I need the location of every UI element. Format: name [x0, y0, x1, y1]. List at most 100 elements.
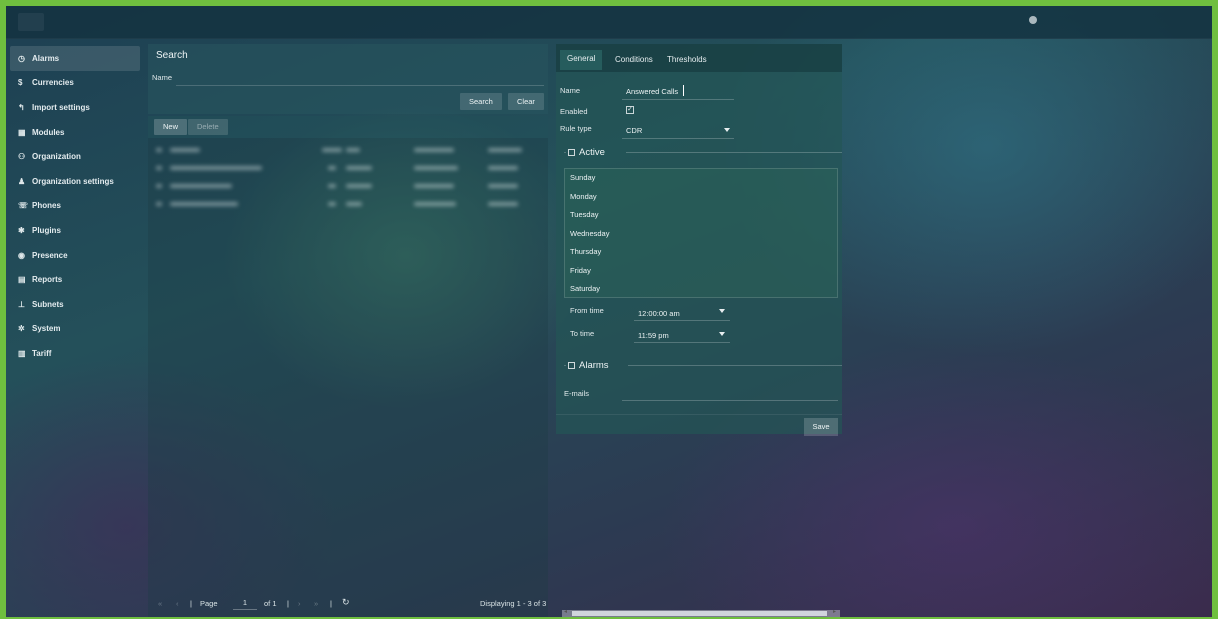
alarm-form-panel: General Conditions Thresholds Name Answe…	[556, 44, 842, 436]
sidebar-item-subnets[interactable]: ⊥ Subnets	[10, 292, 140, 317]
alarms-grid	[148, 138, 548, 617]
search-name-input[interactable]	[176, 85, 544, 86]
tab-bar: General Conditions Thresholds	[556, 44, 842, 72]
sidebar-item-label: System	[32, 324, 61, 334]
sidebar-item-alarms[interactable]: ◷ Alarms	[10, 46, 140, 71]
puzzle-icon: ✱	[18, 225, 25, 235]
pager-separator: |	[330, 599, 332, 608]
chevron-down-icon[interactable]	[719, 332, 725, 336]
sidebar-item-label: Organization	[32, 152, 81, 162]
org-settings-icon: ♟	[18, 176, 26, 186]
sidebar-item-label: Presence	[32, 250, 68, 260]
sidebar-item-label: Currencies	[32, 78, 74, 88]
list-item[interactable]: Monday	[565, 188, 837, 207]
sidebar-item-label: Phones	[32, 201, 61, 211]
alarms-legend-label: Alarms	[579, 360, 609, 371]
scroll-left-icon[interactable]: ◂	[564, 608, 567, 615]
to-time-underline	[634, 342, 730, 343]
search-button[interactable]: Search	[460, 93, 502, 110]
tab-general[interactable]: General	[560, 50, 603, 70]
sidebar-item-system[interactable]: ✲ System	[10, 317, 140, 342]
clear-button[interactable]: Clear	[508, 93, 544, 110]
page-input[interactable]: 1	[233, 596, 257, 610]
next-page-icon[interactable]: ›	[298, 599, 301, 608]
days-list[interactable]: Sunday Monday Tuesday Wednesday Thursday…	[564, 168, 838, 298]
collapse-toggle-icon[interactable]	[568, 149, 575, 156]
display-count: Displaying 1 - 3 of 3	[480, 599, 547, 608]
scrollbar-thumb[interactable]	[572, 611, 827, 616]
sidebar-item-modules[interactable]: ▦ Modules	[10, 120, 140, 145]
sidebar-item-import-settings[interactable]: ↰ Import settings	[10, 95, 140, 120]
sidebar-item-tariff[interactable]: ▥ Tariff	[10, 341, 140, 366]
from-time-underline	[634, 320, 730, 321]
user-menu-icon[interactable]	[1029, 16, 1037, 24]
fieldset-line	[626, 152, 842, 153]
table-row[interactable]	[148, 178, 546, 194]
logo	[18, 13, 44, 31]
divider	[556, 414, 842, 415]
pager: « ‹ | Page 1 of 1 | › » | ↻ Displaying 1…	[148, 594, 548, 614]
phone-icon: ☏	[18, 201, 29, 211]
list-item[interactable]: Wednesday	[565, 225, 837, 244]
sidebar-item-label: Tariff	[32, 348, 52, 358]
emails-field[interactable]	[622, 400, 838, 401]
refresh-icon[interactable]: ↻	[342, 597, 350, 608]
from-time-label: From time	[570, 306, 604, 315]
rule-type-select[interactable]: CDR	[626, 126, 642, 135]
search-panel: Search Name Search Clear	[148, 44, 548, 114]
emails-label: E-mails	[564, 389, 590, 398]
from-time-select[interactable]: 12:00:00 am	[638, 309, 680, 318]
table-header	[148, 142, 546, 158]
report-icon: ▤	[18, 275, 26, 285]
list-item[interactable]: Tuesday	[565, 206, 837, 225]
enabled-checkbox[interactable]: ✓	[626, 106, 634, 114]
fieldset-line	[628, 365, 842, 366]
active-fieldset-legend[interactable]: Active	[568, 147, 605, 158]
sidebar-item-label: Plugins	[32, 225, 61, 235]
sidebar-item-label: Alarms	[32, 53, 60, 63]
new-button[interactable]: New	[154, 119, 188, 135]
tab-conditions[interactable]: Conditions	[608, 51, 660, 71]
sidebar-item-plugins[interactable]: ✱ Plugins	[10, 218, 140, 243]
sidebar-item-currencies[interactable]: $ Currencies	[10, 71, 140, 96]
list-item[interactable]: Thursday	[565, 243, 837, 262]
app-frame: ◷ Alarms $ Currencies ↰ Import settings ▦ Modul…	[6, 6, 1212, 617]
grid-icon: ▦	[18, 127, 26, 137]
sidebar-item-phones[interactable]: ☏ Phones	[10, 194, 140, 219]
fieldset-line	[564, 152, 566, 153]
table-row[interactable]	[148, 196, 546, 212]
chevron-down-icon[interactable]	[719, 309, 725, 313]
pager-separator: |	[190, 599, 192, 608]
to-time-select[interactable]: 11:59 pm	[638, 331, 669, 340]
users-icon: ⚇	[18, 152, 26, 162]
name-field[interactable]: Answered Calls	[626, 87, 678, 96]
first-page-icon[interactable]: «	[158, 599, 162, 608]
sidebar-item-organization[interactable]: ⚇ Organization	[10, 144, 140, 169]
network-icon: ⊥	[18, 299, 25, 309]
fieldset-line	[564, 365, 566, 366]
active-legend-label: Active	[579, 147, 605, 158]
sidebar-item-presence[interactable]: ◉ Presence	[10, 243, 140, 268]
sidebar-item-label: Reports	[32, 275, 63, 285]
delete-button[interactable]: Delete	[188, 119, 228, 135]
collapse-toggle-icon[interactable]	[568, 362, 575, 369]
sidebar-item-reports[interactable]: ▤ Reports	[10, 267, 140, 292]
list-item[interactable]: Saturday	[565, 280, 837, 299]
last-page-icon[interactable]: »	[314, 599, 318, 608]
alarms-fieldset-legend[interactable]: Alarms	[568, 360, 609, 371]
table-row[interactable]	[148, 160, 546, 176]
scroll-right-icon[interactable]: ▸	[833, 608, 836, 615]
list-item[interactable]: Sunday	[565, 169, 837, 188]
text-cursor	[683, 85, 684, 96]
tariff-icon: ▥	[18, 348, 26, 358]
tab-thresholds[interactable]: Thresholds	[660, 51, 714, 71]
horizontal-scrollbar[interactable]: ◂ ▸	[562, 608, 840, 617]
search-panel-title: Search	[156, 50, 188, 61]
list-item[interactable]: Friday	[565, 262, 837, 281]
chevron-down-icon[interactable]	[724, 128, 730, 132]
sidebar-item-organization-settings[interactable]: ♟ Organization settings	[10, 169, 140, 194]
save-button[interactable]: Save	[804, 418, 838, 436]
sidebar-item-label: Organization settings	[32, 176, 114, 186]
name-field-underline	[622, 99, 734, 100]
prev-page-icon[interactable]: ‹	[176, 599, 179, 608]
